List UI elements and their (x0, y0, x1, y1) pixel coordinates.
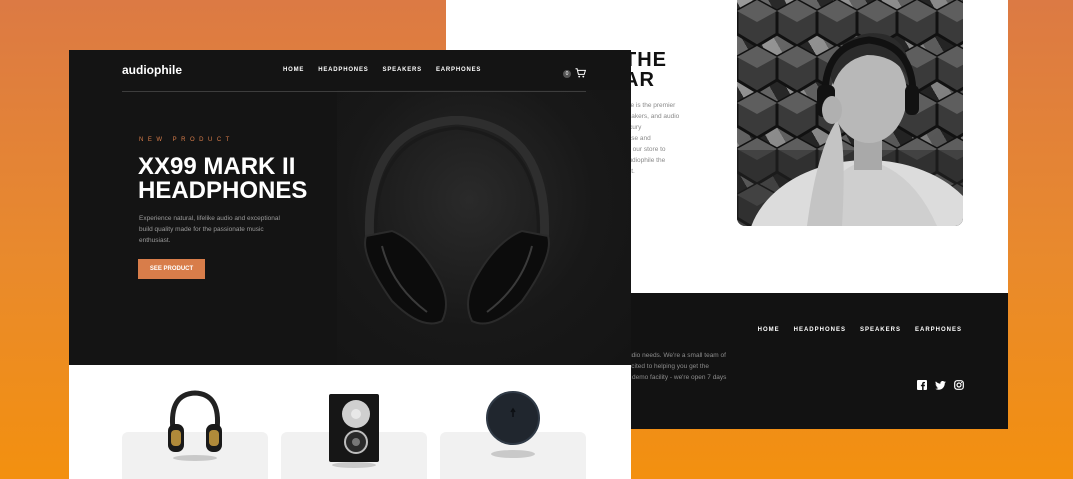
cart-icon (575, 65, 587, 83)
category-card-earphones[interactable] (440, 391, 586, 479)
about-paragraph: hile is the premier peakers, and audio l… (624, 100, 694, 177)
footer-nav-earphones[interactable]: EARPHONES (915, 327, 962, 333)
footer-nav-headphones[interactable]: HEADPHONES (794, 327, 846, 333)
new-product-label: NEW PRODUCT (139, 137, 234, 143)
hero-title: XX99 MARK II HEADPHONES (138, 155, 328, 203)
earphones-case-thumbnail (486, 391, 540, 458)
cart-button[interactable]: 0 (563, 65, 587, 83)
footer-paragraph-line: r demo facility - we're open 7 days (628, 374, 727, 381)
cart-count-badge: 0 (563, 70, 571, 78)
footer-nav: HOME HEADPHONES SPEAKERS EARPHONES (758, 327, 962, 333)
instagram-icon[interactable] (954, 377, 964, 395)
hero-description-line: enthusiast. (139, 237, 171, 244)
about-paragraph-line: peakers, and audio (624, 113, 680, 120)
nav-speakers[interactable]: SPEAKERS (383, 67, 422, 73)
header: audiophile HOME HEADPHONES SPEAKERS EARP… (122, 50, 587, 92)
footer-nav-home[interactable]: HOME (758, 327, 780, 333)
portrait-illustration (737, 0, 963, 226)
about-paragraph-line: oase and (624, 135, 651, 142)
see-product-button[interactable]: SEE PRODUCT (138, 259, 205, 279)
about-paragraph-line: Audiophile the (624, 157, 666, 164)
about-paragraph-line: by our store to (624, 146, 666, 153)
hero-title-line: XX99 MARK II (138, 153, 296, 180)
footer-paragraph-line: xcited to helping you get the (628, 363, 709, 370)
nav-home[interactable]: HOME (283, 67, 304, 73)
twitter-icon[interactable] (935, 377, 946, 395)
nav-earphones[interactable]: EARPHONES (436, 67, 481, 73)
hero-description: Experience natural, lifelike audio and e… (139, 213, 299, 246)
main-nav: HOME HEADPHONES SPEAKERS EARPHONES (283, 67, 481, 73)
footer-nav-speakers[interactable]: SPEAKERS (860, 327, 901, 333)
hero-section: audiophile HOME HEADPHONES SPEAKERS EARP… (69, 50, 631, 365)
man-with-headphones-photo (737, 0, 963, 226)
category-card-speakers[interactable] (281, 394, 427, 479)
footer-paragraph: udio needs. We're a small team of xcited… (628, 350, 726, 383)
hero-title-line: HEADPHONES (138, 177, 308, 204)
category-card-headphones[interactable] (122, 390, 268, 479)
facebook-icon[interactable] (917, 377, 927, 395)
headphones-thumbnail (168, 390, 222, 461)
speaker-thumbnail (329, 394, 379, 468)
logo[interactable]: audiophile (122, 63, 182, 77)
about-paragraph-line: ont. (624, 166, 694, 177)
about-paragraph-line: luxury (624, 124, 642, 131)
headphones-hero-image (364, 116, 550, 325)
social-links (917, 377, 964, 395)
hero-description-line: build quality made for the passionate mu… (139, 226, 264, 233)
footer-paragraph-line: udio needs. We're a small team of (628, 352, 726, 359)
about-paragraph-line: hile is the premier (624, 102, 676, 109)
hero-description-line: Experience natural, lifelike audio and e… (139, 215, 280, 222)
front-page-preview: audiophile HOME HEADPHONES SPEAKERS EARP… (69, 50, 631, 479)
nav-headphones[interactable]: HEADPHONES (318, 67, 368, 73)
